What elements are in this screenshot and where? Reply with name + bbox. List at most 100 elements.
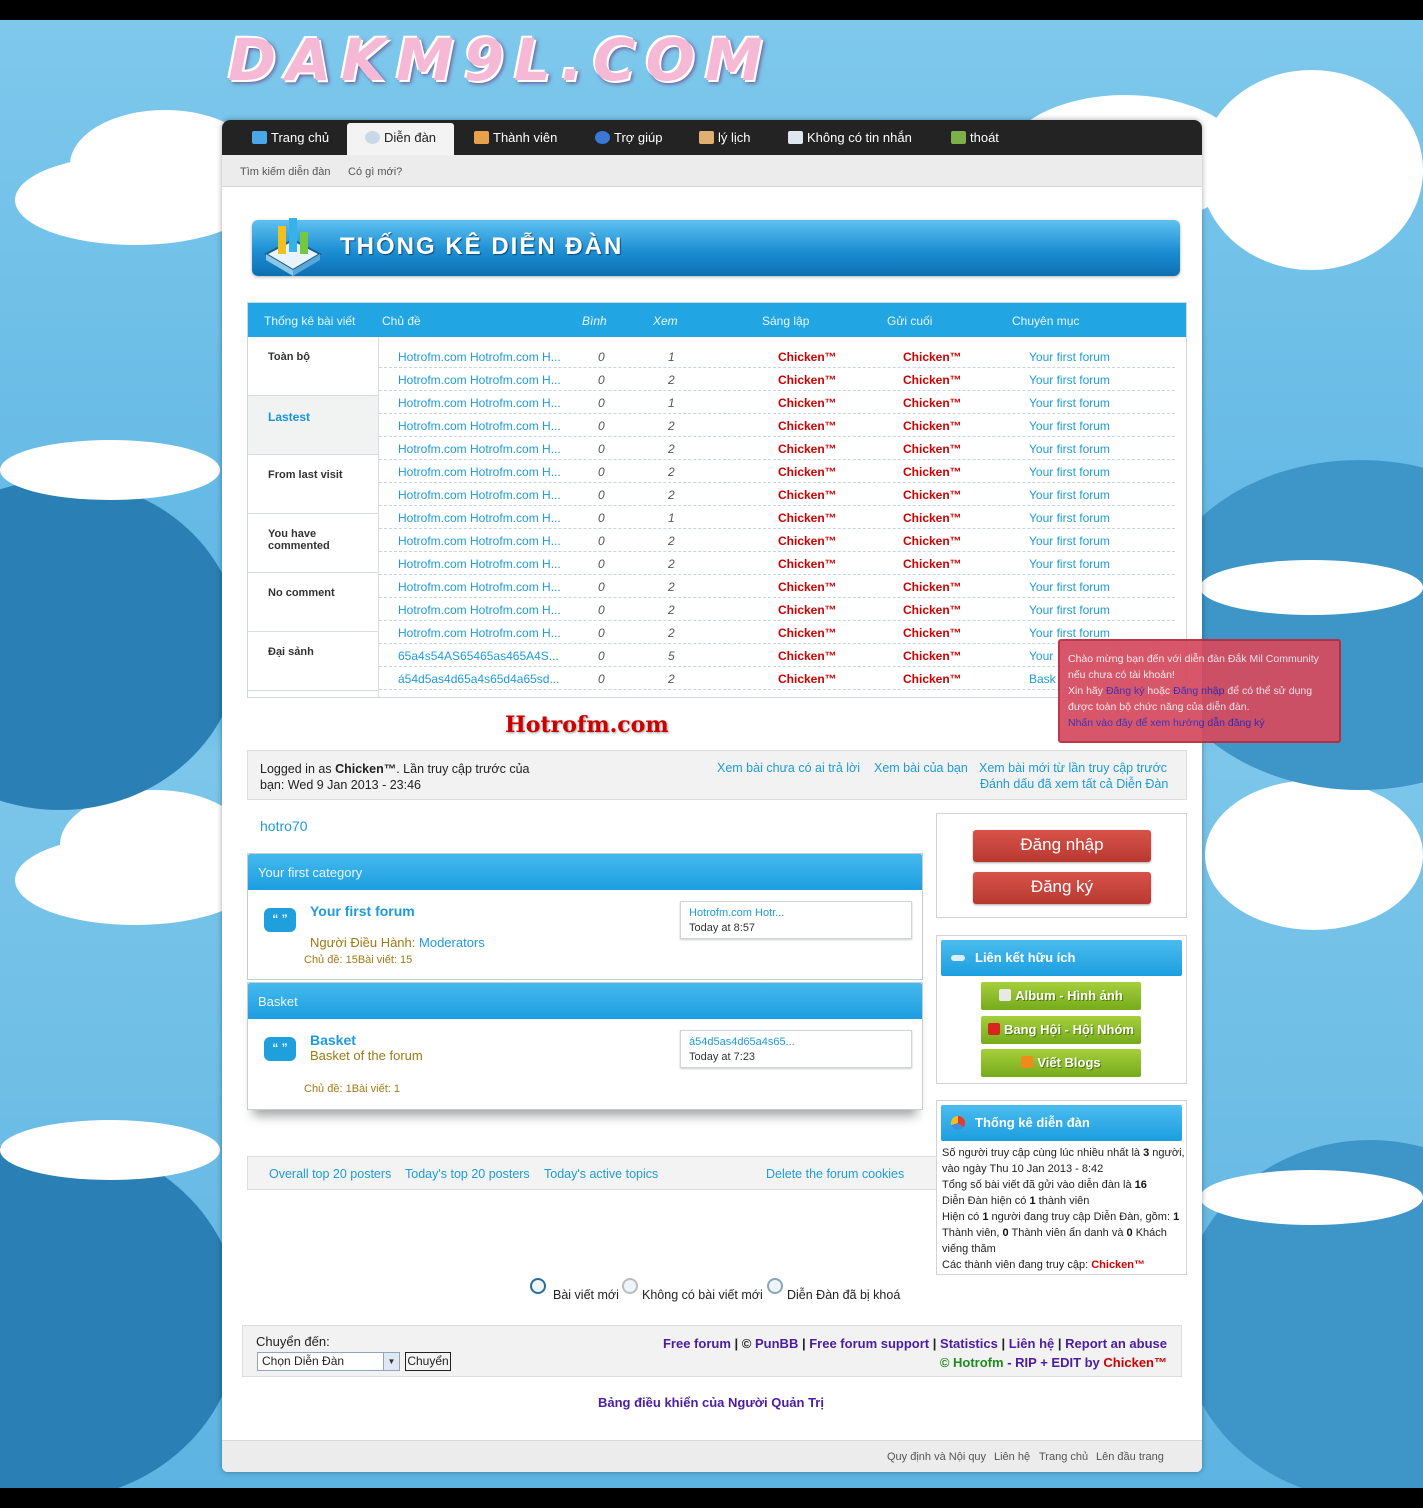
search-forum-link[interactable]: Tìm kiếm diễn đàn	[240, 166, 330, 178]
filter-tab-all[interactable]: Toàn bộ	[248, 337, 378, 396]
nav-tab-forum[interactable]: Diễn đàn	[347, 123, 455, 155]
forum-title-link[interactable]: Basket	[310, 1032, 356, 1048]
tooltip-login-link[interactable]: Đăng nhập	[1173, 685, 1224, 697]
author-link[interactable]: Chicken™	[778, 442, 837, 456]
author-link[interactable]: Chicken™	[778, 465, 837, 479]
register-button[interactable]: Đăng ký	[973, 872, 1151, 904]
author-link[interactable]: Chicken™	[778, 396, 837, 410]
last-poster-link[interactable]: Chicken™	[903, 649, 962, 663]
jump-button[interactable]: Chuyển	[405, 1352, 451, 1371]
author-link[interactable]: Chicken™	[778, 603, 837, 617]
bottom-contact-link[interactable]: Liên hệ	[994, 1451, 1030, 1463]
tooltip-guide-link[interactable]: Nhấn vào đây để xem hướng dẫn đăng ký	[1068, 717, 1265, 729]
topic-title-link[interactable]: á54d5as4d65a4s65d4a65sd...	[398, 672, 576, 686]
hotrofm-credit-link[interactable]: © Hotrofm	[940, 1355, 1004, 1370]
nav-tab-logout[interactable]: thoát	[947, 128, 1003, 155]
forum-link[interactable]: Your first forum	[1029, 396, 1110, 410]
admin-panel-link[interactable]: Bảng điều khiển của Người Quản Trị	[598, 1395, 824, 1410]
author-link[interactable]: Chicken™	[778, 511, 837, 525]
punbb-link[interactable]: PunBB	[755, 1336, 798, 1351]
report-abuse-link[interactable]: Report an abuse	[1065, 1336, 1167, 1351]
last-poster-link[interactable]: Chicken™	[903, 557, 962, 571]
contact-link[interactable]: Liên hệ	[1009, 1336, 1055, 1351]
top-posters-link[interactable]: Overall top 20 posters	[269, 1167, 391, 1181]
author-credit-link[interactable]: Chicken™	[1103, 1355, 1167, 1370]
topic-title-link[interactable]: Hotrofm.com Hotrofm.com H...	[398, 626, 576, 640]
back-to-top-link[interactable]: Lên đầu trang	[1096, 1451, 1164, 1463]
topic-title-link[interactable]: Hotrofm.com Hotrofm.com H...	[398, 534, 576, 548]
topic-title-link[interactable]: Hotrofm.com Hotrofm.com H...	[398, 511, 576, 525]
last-poster-link[interactable]: Chicken™	[903, 373, 962, 387]
guild-button[interactable]: Bang Hội - Hội Nhóm	[981, 1016, 1141, 1044]
forum-link[interactable]: Your first forum	[1029, 488, 1110, 502]
filter-tab-latest[interactable]: Lastest	[248, 396, 378, 455]
blogs-button[interactable]: Viết Blogs	[981, 1049, 1141, 1077]
login-username[interactable]: Chicken™	[335, 762, 396, 776]
topic-title-link[interactable]: Hotrofm.com Hotrofm.com H...	[398, 465, 576, 479]
filter-tab-lobby[interactable]: Đại sảnh	[248, 632, 378, 691]
forum-link[interactable]: Your first forum	[1029, 373, 1110, 387]
free-forum-link[interactable]: Free forum	[663, 1336, 731, 1351]
topic-title-link[interactable]: Hotrofm.com Hotrofm.com H...	[398, 603, 576, 617]
user-link-hotro70[interactable]: hotro70	[260, 818, 307, 834]
topic-title-link[interactable]: Hotrofm.com Hotrofm.com H...	[398, 442, 576, 456]
last-post-link[interactable]: á54d5as4d65a4s65...	[689, 1035, 903, 1050]
last-poster-link[interactable]: Chicken™	[903, 396, 962, 410]
login-button[interactable]: Đăng nhập	[973, 830, 1151, 862]
nav-tab-members[interactable]: Thành viên	[470, 128, 561, 155]
forum-jump-select[interactable]: Chọn Diễn Đàn ▼	[257, 1352, 400, 1371]
active-topics-link[interactable]: Today's active topics	[544, 1167, 658, 1181]
moderators-link[interactable]: Moderators	[419, 935, 485, 950]
delete-cookies-link[interactable]: Delete the forum cookies	[766, 1167, 904, 1181]
forum-link[interactable]: Your first forum	[1029, 465, 1110, 479]
category-title[interactable]: Basket	[248, 983, 922, 1019]
forum-link[interactable]: Bask	[1029, 672, 1056, 686]
author-link[interactable]: Chicken™	[778, 626, 837, 640]
last-poster-link[interactable]: Chicken™	[903, 442, 962, 456]
last-poster-link[interactable]: Chicken™	[903, 465, 962, 479]
topic-title-link[interactable]: Hotrofm.com Hotrofm.com H...	[398, 396, 576, 410]
author-link[interactable]: Chicken™	[778, 580, 837, 594]
topic-title-link[interactable]: Hotrofm.com Hotrofm.com H...	[398, 557, 576, 571]
topic-title-link[interactable]: 65a4s54AS65465as465A4S...	[398, 649, 576, 663]
forum-link[interactable]: Your first forum	[1029, 626, 1110, 640]
tooltip-register-link[interactable]: Đăng ký	[1106, 685, 1145, 697]
filter-tab-commented[interactable]: You have commented	[248, 514, 378, 573]
forum-link[interactable]: Your first forum	[1029, 557, 1110, 571]
mark-all-read-link[interactable]: Đánh dấu đã xem tất cả Diễn Đàn	[980, 777, 1168, 791]
nav-tab-home[interactable]: Trang chủ	[248, 128, 333, 155]
last-poster-link[interactable]: Chicken™	[903, 603, 962, 617]
author-link[interactable]: Chicken™	[778, 649, 837, 663]
album-button[interactable]: Album - Hình ảnh	[981, 982, 1141, 1010]
last-poster-link[interactable]: Chicken™	[903, 511, 962, 525]
forum-link[interactable]: Your first forum	[1029, 511, 1110, 525]
forum-link[interactable]: Your first forum	[1029, 442, 1110, 456]
rules-link[interactable]: Quy định và Nội quy	[887, 1451, 986, 1463]
last-poster-link[interactable]: Chicken™	[903, 350, 962, 364]
author-link[interactable]: Chicken™	[778, 534, 837, 548]
topic-title-link[interactable]: Hotrofm.com Hotrofm.com H...	[398, 580, 576, 594]
category-title[interactable]: Your first category	[248, 854, 922, 890]
nav-tab-profile[interactable]: lý lịch	[695, 128, 755, 155]
bottom-home-link[interactable]: Trang chủ	[1039, 1451, 1088, 1463]
author-link[interactable]: Chicken™	[778, 373, 837, 387]
topic-title-link[interactable]: Hotrofm.com Hotrofm.com H...	[398, 373, 576, 387]
last-post-link[interactable]: Hotrofm.com Hotr...	[689, 906, 903, 921]
site-logo[interactable]: DAKM9L.COM	[228, 26, 773, 94]
last-poster-link[interactable]: Chicken™	[903, 580, 962, 594]
last-poster-link[interactable]: Chicken™	[903, 534, 962, 548]
forum-title-link[interactable]: Your first forum	[310, 903, 415, 919]
forum-link[interactable]: Your first forum	[1029, 580, 1110, 594]
today-top-posters-link[interactable]: Today's top 20 posters	[405, 1167, 530, 1181]
forum-link[interactable]: Your first forum	[1029, 350, 1110, 364]
forum-link[interactable]: Your first forum	[1029, 419, 1110, 433]
author-link[interactable]: Chicken™	[778, 350, 837, 364]
author-link[interactable]: Chicken™	[778, 672, 837, 686]
author-link[interactable]: Chicken™	[778, 557, 837, 571]
author-link[interactable]: Chicken™	[778, 488, 837, 502]
nav-tab-help[interactable]: Trợ giúp	[591, 128, 667, 155]
last-poster-link[interactable]: Chicken™	[903, 626, 962, 640]
forum-link[interactable]: Your	[1029, 649, 1053, 663]
author-link[interactable]: Chicken™	[778, 419, 837, 433]
new-posts-link[interactable]: Xem bài mới từ lần truy cập trước	[979, 761, 1167, 775]
